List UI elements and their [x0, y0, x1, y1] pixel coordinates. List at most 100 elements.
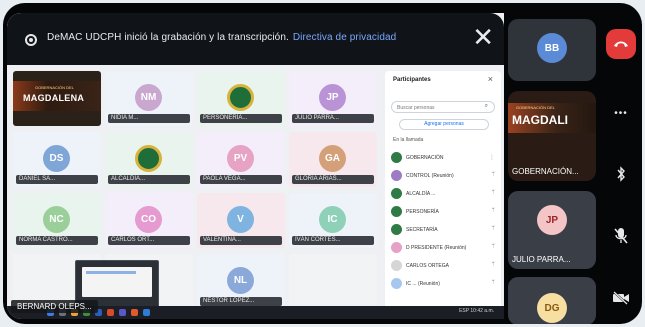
logo-avatar	[227, 84, 254, 111]
participant-mic-icon[interactable]: ᛘ	[491, 208, 495, 214]
camera-button[interactable]	[606, 283, 636, 313]
phone-screen: DeMAC UDCPH inició la grabación y la tra…	[3, 3, 642, 324]
participant-name: VALENTINA...	[200, 236, 282, 245]
participant-tile[interactable]: ALCALDÍA...	[105, 132, 193, 187]
app-icon[interactable]	[107, 309, 114, 316]
participant-avatar	[391, 224, 402, 235]
video-subtitle: GOBERNACIÓN DEL	[35, 85, 74, 90]
avatar: CO	[135, 206, 162, 233]
participant-tile[interactable]: PV PAOLA VEGA...	[197, 132, 285, 187]
participant-row-name: GOBERNACIÓN	[406, 155, 444, 161]
privacy-link[interactable]: Directiva de privacidad	[293, 32, 396, 43]
add-people-button[interactable]: Agregar personas	[399, 119, 489, 130]
participant-name: DANIEL SA...	[16, 175, 98, 184]
presenter-name-label: BERNARD OLEPS...	[11, 300, 98, 313]
avatar: DS	[43, 145, 70, 172]
recording-text: DeMAC UDCPH inició la grabación y la tra…	[47, 32, 289, 43]
avatar: IC	[319, 206, 346, 233]
participant-avatar	[391, 206, 402, 217]
participant-row-name: SECRETARÍA	[406, 227, 438, 233]
participant-strip: BB GOBERNACIÓN DEL MAGDALI GOBERNACIÓN... JP…	[504, 13, 598, 324]
participant-mic-icon[interactable]: ᛘ	[491, 226, 495, 232]
participant-mic-icon[interactable]: ᛘ	[491, 280, 495, 286]
teams-icon[interactable]	[119, 309, 126, 316]
participant-avatar	[391, 188, 402, 199]
more-options-button[interactable]: •••	[606, 98, 636, 128]
avatar: DG	[537, 293, 567, 323]
avatar: NC	[43, 206, 70, 233]
search-placeholder: Buscar personas	[397, 105, 435, 111]
participant-row[interactable]: PERSONERÍA ᛘ	[391, 203, 497, 221]
participant-mic-icon[interactable]: ⋮	[489, 154, 495, 161]
participant-tile[interactable]: GA GLORIA ARIAS...	[289, 132, 377, 187]
participant-avatar	[391, 278, 402, 289]
participant-row-name: D PRESIDENTE (Reunión)	[406, 245, 467, 251]
search-icon: ⌕	[484, 103, 488, 109]
participant-row[interactable]: IC ... (Reunión) ᛘ	[391, 275, 497, 293]
participant-row-name: ALCALDÍA ...	[406, 191, 436, 197]
participant-name: NIDIA M...	[108, 114, 190, 123]
mic-off-icon	[614, 228, 628, 244]
participant-row[interactable]: SECRETARÍA ᛘ	[391, 221, 497, 239]
bluetooth-button[interactable]	[606, 159, 636, 189]
end-call-button[interactable]	[606, 29, 636, 59]
recording-message: DeMAC UDCPH inició la grabación y la tra…	[47, 32, 396, 43]
participant-tile[interactable]: JP JULIO PARRA...	[289, 71, 377, 126]
participant-tile[interactable]: IC IVÁN CORTÉS...	[289, 193, 377, 248]
participant-tile[interactable]: NL NÉSTOR LÓPEZ...	[197, 254, 285, 309]
panel-close-icon[interactable]: ×	[488, 74, 493, 84]
participant-row[interactable]: D PRESIDENTE (Reunión) ᛘ	[391, 239, 497, 257]
avatar: JP	[537, 205, 567, 235]
strip-participant-tile[interactable]: DG	[508, 277, 596, 324]
participant-name: CARLOS ORT...	[108, 236, 190, 245]
strip-participant-name: GOBERNACIÓN...	[512, 167, 579, 176]
participant-row-name: IC ... (Reunión)	[406, 281, 440, 287]
participant-row[interactable]: CARLOS ORTEGA ᛘ	[391, 257, 497, 275]
participant-name: ALCALDÍA...	[108, 175, 190, 184]
participant-tile[interactable]: NM NIDIA M...	[105, 71, 193, 126]
strip-participant-tile[interactable]: BB	[508, 19, 596, 81]
participant-search-input[interactable]: Buscar personas ⌕	[391, 101, 495, 113]
participants-panel: Participantes × Buscar personas ⌕ Agrega…	[385, 71, 501, 311]
participant-row[interactable]: GOBERNACIÓN ⋮	[391, 149, 497, 167]
strip-participant-tile[interactable]: JP JULIO PARRA...	[508, 191, 596, 269]
participant-mic-icon[interactable]: ᛘ	[491, 172, 495, 178]
avatar: JP	[319, 84, 346, 111]
avatar: NM	[135, 84, 162, 111]
participant-row-name: CONTROL (Reunión)	[406, 173, 454, 179]
participant-avatar	[391, 152, 402, 163]
participant-tile[interactable]: GOBERNACIÓN DEL MAGDALENA	[13, 71, 101, 126]
participant-name: JULIO PARRA...	[292, 114, 374, 123]
avatar: BB	[537, 33, 567, 63]
strip-participant-name: JULIO PARRA...	[512, 255, 571, 264]
participant-tile[interactable]: V VALENTINA...	[197, 193, 285, 248]
shared-screen: DeMAC UDCPH inició la grabación y la tra…	[7, 13, 504, 319]
participant-avatar	[391, 242, 402, 253]
call-controls: •••	[598, 3, 642, 324]
office-icon[interactable]	[131, 309, 138, 316]
more-icon: •••	[614, 107, 628, 119]
close-banner-icon[interactable]: ✕	[472, 24, 494, 50]
strip-participant-tile[interactable]: GOBERNACIÓN DEL MAGDALI GOBERNACIÓN...	[508, 91, 596, 181]
participant-avatar	[391, 260, 402, 271]
participant-name: IVÁN CORTÉS...	[292, 236, 374, 245]
system-tray: ESP 10:42 a.m.	[459, 308, 494, 314]
participant-name: NÉSTOR LÓPEZ...	[200, 297, 282, 306]
participant-row[interactable]: CONTROL (Reunión) ᛘ	[391, 167, 497, 185]
participant-row[interactable]: ALCALDÍA ... ᛘ	[391, 185, 497, 203]
participant-name: PAOLA VEGA...	[200, 175, 282, 184]
participant-mic-icon[interactable]: ᛘ	[491, 262, 495, 268]
participant-tile[interactable]: PERSONERÍA...	[197, 71, 285, 126]
participant-tile[interactable]: CO CARLOS ORT...	[105, 193, 193, 248]
mute-button[interactable]	[606, 221, 636, 251]
store-icon[interactable]	[143, 309, 150, 316]
participant-tile[interactable]: NC NORMA CASTRO...	[13, 193, 101, 248]
participant-row-name: PERSONERÍA	[406, 209, 439, 215]
participant-mic-icon[interactable]: ᛘ	[491, 190, 495, 196]
avatar: GA	[319, 145, 346, 172]
bluetooth-icon	[617, 166, 625, 182]
participant-tile[interactable]: DS DANIEL SA...	[13, 132, 101, 187]
participant-mic-icon[interactable]: ᛘ	[491, 244, 495, 250]
participant-tile[interactable]	[289, 254, 377, 309]
participant-name: PERSONERÍA...	[200, 114, 282, 123]
